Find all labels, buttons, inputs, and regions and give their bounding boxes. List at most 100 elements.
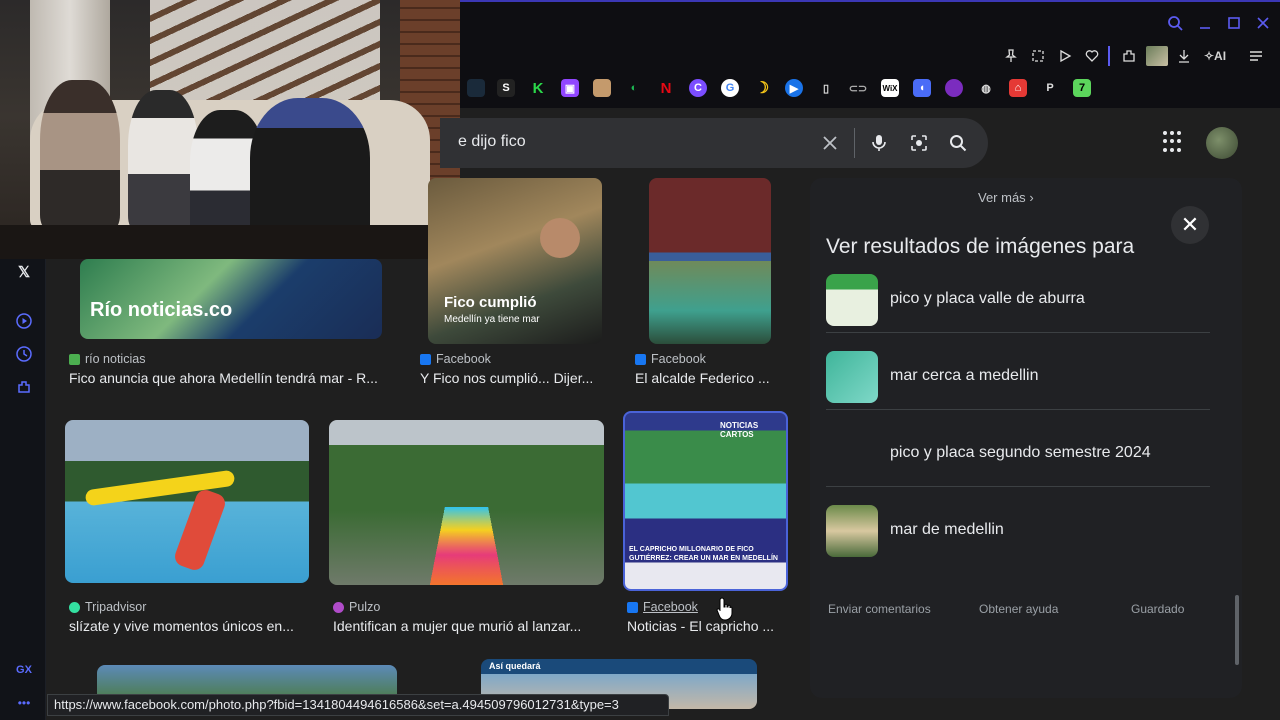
google-icon[interactable]: G — [721, 79, 739, 97]
result-8-overlay: Así quedará — [489, 661, 541, 671]
related-item[interactable]: mar cerca a medellin — [826, 333, 1210, 410]
history-icon[interactable] — [14, 344, 34, 364]
bookmark-doc-icon[interactable]: ▯ — [817, 79, 835, 97]
related-item[interactable]: pico y placa segundo semestre 2024 — [826, 410, 1210, 487]
result-5-source[interactable]: Pulzo — [333, 600, 380, 614]
more-icon[interactable]: ••• — [14, 693, 34, 713]
bookmark-red-icon[interactable]: ⌂ — [1009, 79, 1027, 97]
result-5-source-name: Pulzo — [349, 600, 381, 614]
play-icon[interactable] — [1054, 46, 1076, 66]
search-divider — [854, 128, 855, 158]
maximize-icon[interactable] — [1223, 12, 1245, 34]
person-1 — [40, 80, 120, 230]
related-thumb — [826, 351, 878, 403]
account-avatar[interactable] — [1206, 127, 1238, 159]
bookmark-c-icon[interactable]: C — [689, 79, 707, 97]
person-2 — [128, 90, 198, 230]
search-window-icon[interactable] — [1164, 12, 1186, 34]
profile-thumbnail[interactable] — [1146, 46, 1168, 66]
related-item[interactable]: pico y placa valle de aburra — [826, 256, 1210, 333]
scrollbar-thumb[interactable] — [1235, 595, 1239, 665]
rio-noticias-favicon — [69, 353, 80, 365]
related-label: pico y placa valle de aburra — [890, 290, 1085, 307]
result-1-source[interactable]: río noticias — [69, 352, 145, 366]
pin-icon[interactable] — [1000, 46, 1022, 66]
bookmark-photo-icon[interactable] — [593, 79, 611, 97]
result-2-source[interactable]: Facebook — [420, 352, 491, 366]
result-6-title[interactable]: Noticias - El capricho ... — [627, 618, 785, 634]
result-image-5[interactable] — [329, 420, 604, 585]
result-image-3[interactable] — [649, 178, 771, 344]
bookmark-p-icon[interactable]: P — [1041, 79, 1059, 97]
slide-rainbow — [428, 506, 505, 585]
result-3-source-name: Facebook — [651, 352, 706, 366]
bookmark-globe-icon[interactable]: ◍ — [977, 79, 995, 97]
result-1-source-name: río noticias — [85, 352, 146, 366]
result-2-title[interactable]: Y Fico nos cumplió... Dijer... — [420, 370, 606, 386]
bookmark-link-icon[interactable]: ⊂⊃ — [849, 79, 867, 97]
result-image-2[interactable]: Fico cumplió Medellín ya tiene mar — [428, 178, 602, 344]
saved-link[interactable]: Guardado — [1131, 602, 1184, 616]
snapshot-icon[interactable] — [1027, 46, 1049, 66]
result-image-1[interactable]: Río noticias.co — [80, 259, 382, 339]
download-icon[interactable] — [1173, 46, 1195, 66]
see-more-link[interactable]: Ver más › — [978, 190, 1034, 205]
extensions-icon[interactable] — [14, 377, 34, 397]
extension-puzzle-icon[interactable] — [1118, 46, 1140, 66]
see-more-label: Ver más — [978, 190, 1026, 205]
twitch-icon[interactable]: ▣ — [561, 79, 579, 97]
result-4-source[interactable]: Tripadvisor — [69, 600, 146, 614]
link-status-bar: https://www.facebook.com/photo.php?fbid=… — [47, 694, 669, 716]
accent-line — [460, 0, 1280, 2]
hand-cursor-icon — [716, 597, 734, 621]
search-icon[interactable] — [946, 131, 970, 155]
minimize-icon[interactable] — [1194, 12, 1216, 34]
bookmark-s-icon[interactable]: S — [497, 79, 515, 97]
bookmark-moon-icon[interactable]: ☽ — [753, 79, 771, 97]
result-1-overlay: Río noticias.co — [90, 299, 233, 321]
bookmark-7-icon[interactable]: 7 — [1073, 79, 1091, 97]
feedback-link[interactable]: Enviar comentarios — [828, 602, 931, 616]
result-image-6[interactable]: NOTICIAS CARTOS EL CAPRICHO MILLONARIO D… — [623, 411, 788, 591]
bookmark-play-icon[interactable]: ▶ — [785, 79, 803, 97]
panel-scrollbar[interactable] — [1232, 200, 1242, 695]
player-icon[interactable] — [14, 311, 34, 331]
result-5-title[interactable]: Identifican a mujer que murió al lanzar.… — [333, 618, 598, 634]
result-3-source[interactable]: Facebook — [635, 352, 706, 366]
google-apps-icon[interactable] — [1163, 131, 1185, 153]
netflix-icon[interactable]: N — [657, 79, 675, 97]
related-label: mar cerca a medellin — [890, 367, 1039, 384]
ai-button[interactable]: ✧ AI — [1200, 46, 1230, 66]
menu-icon[interactable] — [1245, 46, 1267, 66]
gx-label[interactable]: GX — [14, 660, 34, 680]
microphone-icon[interactable] — [867, 131, 891, 155]
pulzo-favicon — [333, 601, 344, 613]
wix-icon[interactable]: WiX — [881, 79, 899, 97]
result-4-title[interactable]: slízate y vive momentos únicos en... — [69, 618, 305, 634]
bookmark-purple-icon[interactable] — [945, 79, 963, 97]
result-3-title[interactable]: El alcalde Federico ... — [635, 370, 778, 386]
x-twitter-icon[interactable]: 𝕏 — [14, 262, 34, 282]
lens-icon[interactable] — [907, 131, 931, 155]
result-6-source[interactable]: Facebook — [627, 600, 698, 614]
help-link[interactable]: Obtener ayuda — [979, 602, 1058, 616]
bookmark-wave-icon[interactable]: ◐ — [625, 79, 643, 97]
result-6-source-name: Facebook — [643, 600, 698, 614]
bookmark-shield-icon[interactable]: ◖ — [913, 79, 931, 97]
result-6-overlay-sub: EL CAPRICHO MILLONARIO DE FICO GUTIÉRREZ… — [629, 546, 778, 562]
result-image-4[interactable] — [65, 420, 309, 583]
related-item[interactable]: mar de medellin — [826, 487, 1210, 564]
bookmark-kick-icon[interactable]: K — [529, 79, 547, 97]
close-window-icon[interactable] — [1252, 12, 1274, 34]
result-1-title[interactable]: Fico anuncia que ahora Medellín tendrá m… — [69, 370, 394, 386]
search-bar[interactable]: e dijo fico — [440, 118, 988, 168]
facebook-favicon — [420, 353, 431, 365]
clear-icon[interactable] — [818, 131, 842, 155]
search-input[interactable]: e dijo fico — [458, 133, 526, 151]
bookmark-1-icon[interactable] — [467, 79, 485, 97]
close-icon[interactable]: ✕ — [1171, 206, 1209, 244]
chevron-right-icon: › — [1029, 190, 1034, 205]
related-thumb — [826, 505, 878, 557]
heart-icon[interactable] — [1081, 46, 1103, 66]
result-2-source-name: Facebook — [436, 352, 491, 366]
